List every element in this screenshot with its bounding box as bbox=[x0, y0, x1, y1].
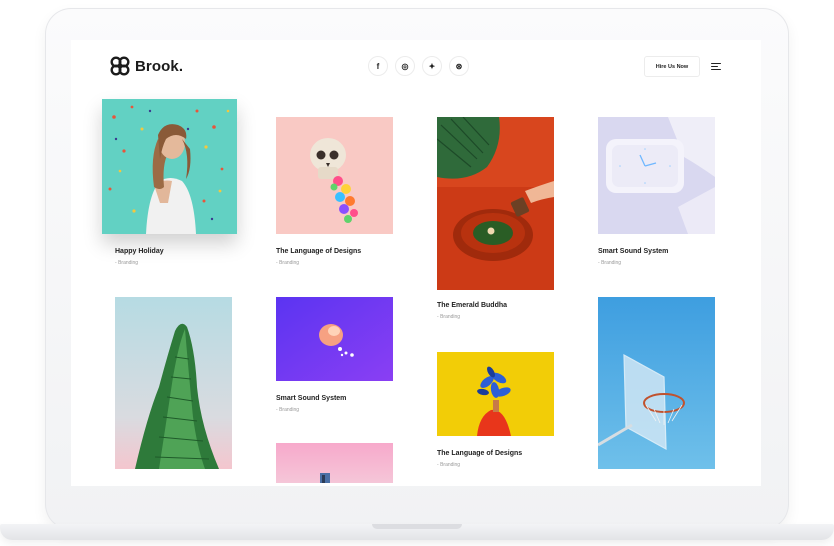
portfolio-image-skull-flowers[interactable] bbox=[276, 117, 393, 234]
portfolio-title[interactable]: Smart Sound System bbox=[276, 395, 346, 402]
hamburger-icon[interactable] bbox=[711, 63, 721, 71]
brand-logo[interactable]: Brook. bbox=[110, 56, 183, 76]
brand-name: Brook. bbox=[135, 57, 184, 75]
facebook-icon[interactable]: f bbox=[368, 56, 388, 76]
portfolio-image-basketball-hoop[interactable] bbox=[598, 297, 715, 469]
social-links: f ◎ ✦ ⊛ bbox=[368, 56, 469, 76]
portfolio-title[interactable]: The Language of Designs bbox=[276, 248, 361, 255]
portfolio-title[interactable]: The Language of Designs bbox=[437, 450, 522, 457]
website-screen: Brook. f ◎ ✦ ⊛ Hire Us Now Happy Holiday… bbox=[71, 40, 761, 486]
laptop-notch bbox=[372, 524, 462, 529]
portfolio-category: - Branding bbox=[115, 260, 139, 266]
portfolio-image-happy-holiday[interactable] bbox=[102, 99, 237, 234]
portfolio-image-jellyfish[interactable] bbox=[276, 297, 393, 381]
portfolio-category: - Branding bbox=[276, 260, 300, 266]
portfolio-image-leaf-sculpture[interactable] bbox=[115, 297, 232, 469]
brook-logo-icon bbox=[110, 56, 130, 76]
portfolio-title[interactable]: Smart Sound System bbox=[598, 248, 668, 255]
twitter-icon[interactable]: ✦ bbox=[422, 56, 442, 76]
portfolio-category: - Branding bbox=[437, 314, 461, 320]
portfolio-category: - Branding bbox=[276, 407, 300, 413]
portfolio-image-emerald-buddha[interactable] bbox=[437, 117, 554, 290]
portfolio-title[interactable]: The Emerald Buddha bbox=[437, 302, 507, 309]
hire-us-button[interactable]: Hire Us Now bbox=[644, 56, 700, 77]
portfolio-image-smart-watch[interactable] bbox=[598, 117, 715, 234]
portfolio-category: - Branding bbox=[437, 462, 461, 468]
dribbble-icon[interactable]: ⊛ bbox=[449, 56, 469, 76]
portfolio-title[interactable]: Happy Holiday bbox=[115, 248, 164, 255]
instagram-icon[interactable]: ◎ bbox=[395, 56, 415, 76]
portfolio-image-pink-building[interactable] bbox=[276, 443, 393, 483]
portfolio-image-blue-flower-head[interactable] bbox=[437, 352, 554, 436]
portfolio-category: - Branding bbox=[598, 260, 622, 266]
